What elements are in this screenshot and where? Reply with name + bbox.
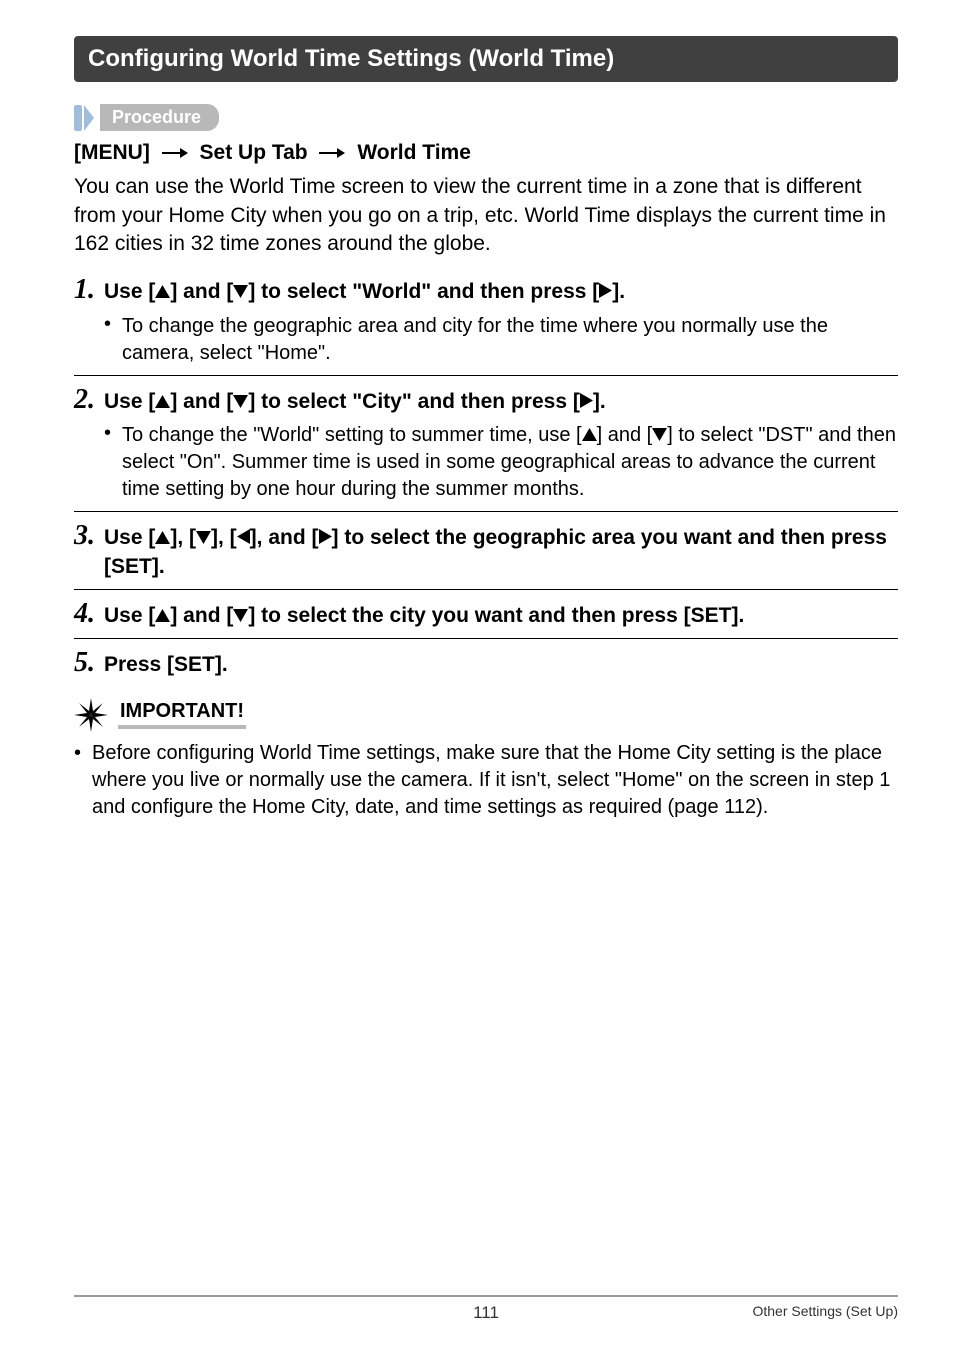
important-body: Before configuring World Time settings, … [92,740,898,821]
menu-part-3: World Time [357,141,471,164]
burst-icon [74,698,108,732]
step-text: Use [] and [] to select "City" and then … [104,388,606,416]
footer-line [74,1295,898,1297]
step-text: Use [], [], [], and [] to select the geo… [104,524,898,581]
step-2: 2. Use [] and [] to select "City" and th… [74,375,898,503]
step-5: 5. Press [SET]. [74,638,898,679]
procedure-heading: Procedure [74,104,898,131]
triangle-down-icon [233,388,248,416]
step-sub-text: To change the "World" setting to summer … [122,422,898,503]
step-sub-text: To change the geographic area and city f… [122,313,898,367]
chapter-title: Other Settings (Set Up) [752,1303,898,1319]
step-text: Use [] and [] to select the city you wan… [104,602,744,630]
menu-part-2: Set Up Tab [200,141,308,164]
bullet-icon: • [104,422,122,503]
step-text: Use [] and [] to select "World" and then… [104,278,625,306]
step-1: 1. Use [] and [] to select "World" and t… [74,276,898,366]
triangle-down-icon [652,422,667,449]
important-block: IMPORTANT! • Before configuring World Ti… [74,698,898,821]
important-label: IMPORTANT! [118,700,246,729]
step-number: 4. [74,600,104,628]
step-3: 3. Use [], [], [], and [] to select the … [74,511,898,581]
triangle-up-icon [155,602,170,630]
menu-path: [MENU] Set Up Tab World Time [74,141,898,165]
step-sub: • To change the "World" setting to summe… [104,422,898,503]
triangle-down-icon [233,278,248,306]
important-text: • Before configuring World Time settings… [74,740,898,821]
page-number: 111 [473,1303,499,1323]
triangle-down-icon [196,524,211,552]
menu-part-1: [MENU] [74,141,150,164]
intro-text: You can use the World Time screen to vie… [74,173,898,258]
step-number: 1. [74,276,104,304]
triangle-up-icon [155,524,170,552]
arrow-icon [162,141,188,165]
step-number: 3. [74,522,104,550]
triangle-up-icon [155,278,170,306]
triangle-right-icon [580,388,593,416]
step-number: 2. [74,386,104,414]
page-container: Configuring World Time Settings (World T… [0,0,954,1357]
procedure-label: Procedure [100,104,219,131]
section-header: Configuring World Time Settings (World T… [74,36,898,82]
step-4: 4. Use [] and [] to select the city you … [74,589,898,630]
step-sub: • To change the geographic area and city… [104,313,898,367]
arrow-icon [319,141,345,165]
procedure-bar-icon [74,105,82,131]
bullet-icon: • [74,740,92,821]
procedure-chevron-icon [84,105,94,131]
triangle-up-icon [155,388,170,416]
step-text: Press [SET]. [104,651,228,679]
triangle-right-icon [319,524,332,552]
step-number: 5. [74,649,104,677]
triangle-left-icon [237,524,250,552]
triangle-down-icon [233,602,248,630]
page-footer: 111 Other Settings (Set Up) [0,1295,954,1323]
bullet-icon: • [104,313,122,367]
triangle-right-icon [599,278,612,306]
triangle-up-icon [582,422,597,449]
